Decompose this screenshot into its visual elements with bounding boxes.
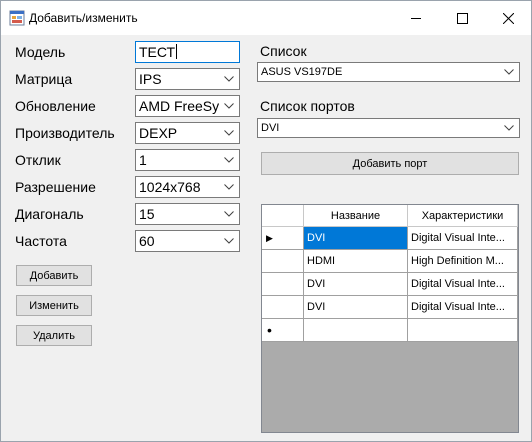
column-header-description[interactable]: Характеристики bbox=[408, 205, 518, 227]
model-input[interactable]: ТЕСТ bbox=[135, 41, 240, 63]
model-label: Модель bbox=[15, 44, 66, 60]
chevron-down-icon bbox=[222, 177, 236, 197]
maximize-button[interactable] bbox=[439, 1, 485, 35]
list-label: Список bbox=[260, 43, 307, 59]
refresh-select-value: AMD FreeSy bbox=[139, 98, 220, 114]
diagonal-select[interactable]: 15 bbox=[135, 203, 240, 225]
resolution-select-value: 1024x768 bbox=[139, 179, 201, 195]
row-header[interactable] bbox=[262, 250, 304, 273]
list-select[interactable]: ASUS VS197DE bbox=[257, 62, 520, 82]
ports-list-label: Список портов bbox=[260, 98, 355, 114]
minimize-button[interactable] bbox=[393, 1, 439, 35]
column-header-name[interactable]: Название bbox=[304, 205, 408, 227]
grid-new-row-cell[interactable] bbox=[408, 319, 518, 342]
matrix-select[interactable]: IPS bbox=[135, 68, 240, 90]
minimize-icon bbox=[411, 18, 421, 19]
manufacturer-select[interactable]: DEXP bbox=[135, 122, 240, 144]
response-label: Отклик bbox=[15, 152, 61, 168]
close-button[interactable] bbox=[485, 1, 531, 35]
list-select-value: ASUS VS197DE bbox=[261, 66, 343, 78]
edit-button[interactable]: Изменить bbox=[16, 295, 92, 316]
ports-select[interactable]: DVI bbox=[257, 118, 520, 138]
delete-button[interactable]: Удалить bbox=[16, 325, 92, 346]
diagonal-label: Диагональ bbox=[15, 206, 84, 222]
response-select-value: 1 bbox=[139, 152, 147, 168]
matrix-select-value: IPS bbox=[139, 71, 162, 87]
grid-new-row-cell[interactable] bbox=[304, 319, 408, 342]
frequency-select-value: 60 bbox=[139, 233, 155, 249]
row-header-current[interactable]: ▶ bbox=[262, 227, 304, 250]
close-icon bbox=[502, 12, 514, 24]
maximize-icon bbox=[456, 12, 468, 24]
title-bar[interactable]: Добавить/изменить bbox=[1, 1, 531, 35]
frequency-select[interactable]: 60 bbox=[135, 230, 240, 252]
row-header[interactable] bbox=[262, 296, 304, 319]
grid-cell-description[interactable]: Digital Visual Inte... bbox=[408, 296, 518, 319]
grid-corner-header bbox=[262, 205, 304, 227]
add-button[interactable]: Добавить bbox=[16, 265, 92, 286]
grid-cell-name[interactable]: DVI bbox=[304, 296, 408, 319]
text-caret bbox=[176, 44, 178, 59]
row-header-new[interactable]: • bbox=[262, 319, 304, 342]
chevron-down-icon bbox=[222, 231, 236, 251]
resolution-select[interactable]: 1024x768 bbox=[135, 176, 240, 198]
chevron-down-icon bbox=[222, 123, 236, 143]
refresh-select[interactable]: AMD FreeSy bbox=[135, 95, 240, 117]
refresh-label: Обновление bbox=[15, 98, 96, 114]
grid-cell-name[interactable]: DVI bbox=[304, 227, 408, 250]
diagonal-select-value: 15 bbox=[139, 206, 155, 222]
window-title: Добавить/изменить bbox=[29, 11, 138, 25]
frequency-label: Частота bbox=[15, 233, 67, 249]
ports-select-value: DVI bbox=[261, 122, 280, 134]
dialog-window: Добавить/изменить Модель Матрица Обновле… bbox=[0, 0, 532, 442]
grid-cell-description[interactable]: High Definition M... bbox=[408, 250, 518, 273]
model-input-value: ТЕСТ bbox=[139, 44, 176, 60]
add-port-button[interactable]: Добавить порт bbox=[261, 152, 519, 175]
grid-cell-name[interactable]: HDMI bbox=[304, 250, 408, 273]
response-select[interactable]: 1 bbox=[135, 149, 240, 171]
chevron-down-icon bbox=[222, 69, 236, 89]
chevron-down-icon bbox=[502, 119, 516, 137]
manufacturer-label: Производитель bbox=[15, 125, 115, 141]
grid-cell-name[interactable]: DVI bbox=[304, 273, 408, 296]
chevron-down-icon bbox=[222, 150, 236, 170]
matrix-label: Матрица bbox=[15, 71, 73, 87]
app-form-icon bbox=[9, 10, 25, 26]
manufacturer-select-value: DEXP bbox=[139, 125, 178, 141]
row-header[interactable] bbox=[262, 273, 304, 296]
ports-grid[interactable]: Название Характеристики ▶ DVI Digital Vi… bbox=[261, 204, 519, 433]
grid-cell-description[interactable]: Digital Visual Inte... bbox=[408, 273, 518, 296]
grid-cell-description[interactable]: Digital Visual Inte... bbox=[408, 227, 518, 250]
chevron-down-icon bbox=[222, 204, 236, 224]
resolution-label: Разрешение bbox=[15, 179, 96, 195]
chevron-down-icon bbox=[502, 63, 516, 81]
chevron-down-icon bbox=[222, 96, 236, 116]
